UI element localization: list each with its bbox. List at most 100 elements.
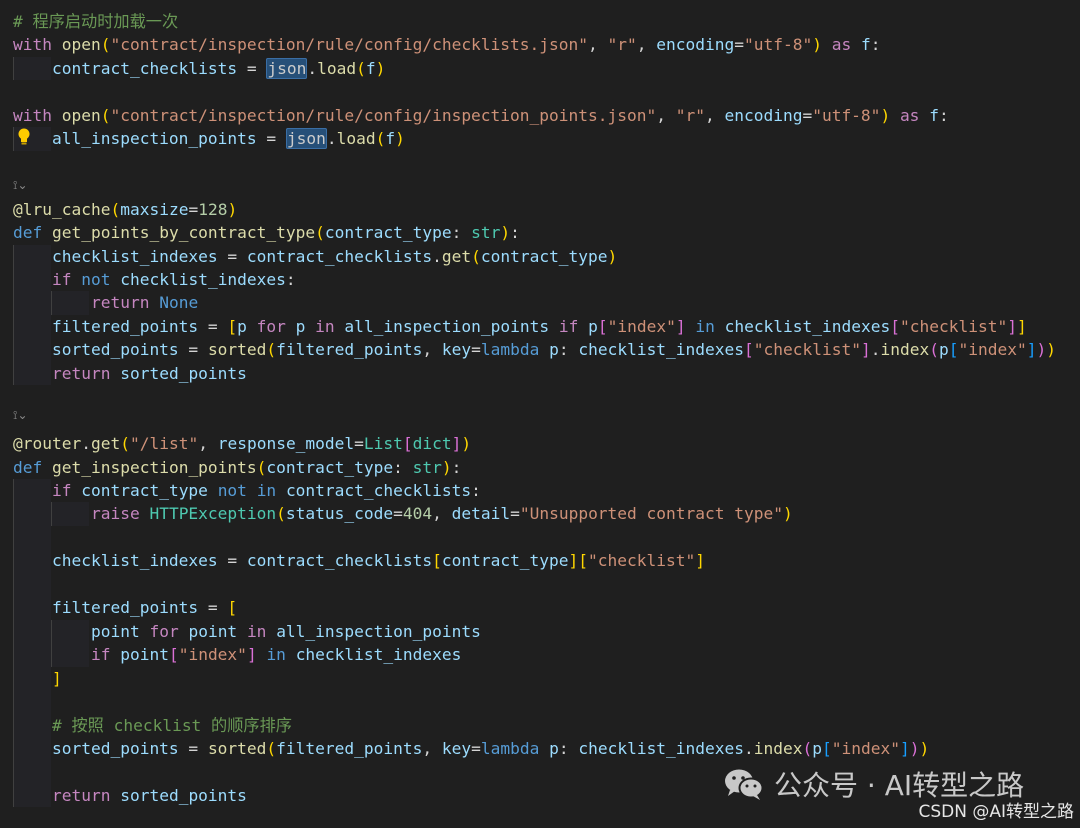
code-token: dict	[412, 434, 452, 454]
code-token: [	[227, 598, 238, 618]
code-token: [	[744, 340, 754, 360]
code-token: f	[365, 58, 376, 78]
code-line[interactable]: contract_checklists = json.load(f)	[13, 57, 385, 81]
code-line[interactable]: if not checklist_indexes:	[13, 268, 296, 292]
lightbulb-icon[interactable]	[17, 128, 31, 146]
code-editor[interactable]: # 程序启动时加载一次 with open("contract/inspectio…	[0, 0, 1080, 828]
code-token: not	[81, 269, 111, 289]
code-line[interactable]: sorted_points = sorted(filtered_points, …	[13, 338, 1056, 362]
code-token: get	[90, 434, 121, 454]
code-token: sorted	[207, 340, 267, 360]
code-line[interactable]: with open("contract/inspection/rule/conf…	[13, 33, 880, 57]
code-token: sorted	[207, 738, 267, 758]
code-line[interactable]: return sorted_points	[13, 784, 247, 808]
code-token: not	[217, 481, 247, 500]
code-token: None	[159, 293, 199, 313]
code-token: checklist_indexes	[295, 645, 462, 665]
code-token: ]	[1016, 316, 1027, 336]
code-token: contract_checklists	[285, 481, 472, 500]
code-token: response_model	[217, 434, 355, 454]
code-token: )	[461, 434, 472, 454]
code-token: )	[375, 58, 386, 78]
code-line[interactable]: ]	[13, 667, 62, 691]
code-line[interactable]: filtered_points = [	[13, 596, 237, 620]
code-token: checklist_indexes	[51, 551, 218, 571]
code-line[interactable]: def get_points_by_contract_type(contract…	[13, 221, 520, 245]
code-token: 128	[198, 199, 228, 219]
code-token: )	[441, 457, 452, 477]
fold-toggle-icon[interactable]: ⟟⌄	[13, 407, 41, 423]
code-line[interactable]: return None	[13, 291, 198, 315]
code-line[interactable]: if point["index"] in checklist_indexes	[13, 643, 461, 667]
code-token: with	[13, 35, 52, 55]
code-line[interactable]: checklist_indexes = contract_checklists[…	[13, 549, 705, 573]
code-token: in	[256, 481, 277, 500]
code-token: p	[938, 340, 949, 360]
code-token: filtered_points	[276, 738, 423, 758]
code-token: :	[870, 35, 881, 55]
code-token: =	[734, 35, 744, 55]
code-token: def	[13, 457, 43, 477]
code-token: lambda	[480, 738, 540, 758]
code-token: lambda	[480, 340, 540, 360]
code-token: ]	[695, 551, 705, 571]
code-token: contract_type	[441, 551, 569, 571]
code-token: [	[597, 316, 608, 336]
code-line[interactable]: sorted_points = sorted(filtered_points, …	[13, 737, 929, 761]
code-token: (	[100, 35, 111, 55]
code-token: (	[266, 340, 277, 360]
code-token: HTTPException	[149, 504, 277, 524]
fold-toggle-icon[interactable]: ⟟⌄	[13, 177, 41, 193]
code-token: (	[276, 504, 286, 524]
code-token: checklist_indexes	[578, 738, 745, 758]
code-token: contract_checklists	[246, 551, 433, 571]
code-token: "utf-8"	[743, 35, 813, 55]
code-line[interactable]: filtered_points = [p for p in all_inspec…	[13, 315, 1027, 339]
code-token: "r"	[675, 105, 705, 125]
code-line[interactable]: checklist_indexes = contract_checklists.…	[13, 245, 617, 269]
code-line[interactable]: all_inspection_points = json.load(f)	[13, 127, 405, 151]
code-token: List	[363, 434, 403, 454]
code-token: filtered_points	[51, 316, 199, 336]
code-line[interactable]: # 程序启动时加载一次	[13, 10, 178, 34]
code-line[interactable]: return sorted_points	[13, 362, 247, 386]
code-token: checklist_indexes	[51, 246, 218, 266]
code-token: encoding	[724, 105, 803, 125]
code-token: ]	[51, 668, 62, 688]
code-token: f	[385, 129, 396, 149]
code-token: =	[471, 340, 481, 360]
code-token: [	[432, 551, 442, 571]
code-token: if	[51, 481, 72, 500]
code-line[interactable]: if contract_type not in contract_checkli…	[13, 479, 481, 503]
code-line[interactable]: # 按照 checklist 的顺序排序	[13, 714, 292, 738]
code-token: # 程序启动时加载一次	[13, 12, 179, 31]
code-token: =	[217, 551, 247, 571]
code-token: "utf-8"	[812, 105, 881, 125]
code-token: "contract/inspection/rule/config/inspect…	[110, 105, 657, 125]
code-token: all_inspection_points	[344, 316, 550, 336]
code-line[interactable]: @lru_cache(maxsize=128)	[13, 198, 237, 222]
code-line[interactable]: @router.get("/list", response_model=List…	[13, 432, 471, 456]
code-line[interactable]: with open("contract/inspection/rule/conf…	[13, 104, 949, 128]
code-line[interactable]: point for point in all_inspection_points	[13, 620, 481, 644]
code-token: :	[451, 223, 472, 243]
code-token: [	[227, 316, 238, 336]
code-line[interactable]: def get_inspection_points(contract_type:…	[13, 456, 461, 480]
code-token: (	[356, 58, 366, 78]
code-line[interactable]: raise HTTPException(status_code=404, det…	[13, 502, 793, 526]
